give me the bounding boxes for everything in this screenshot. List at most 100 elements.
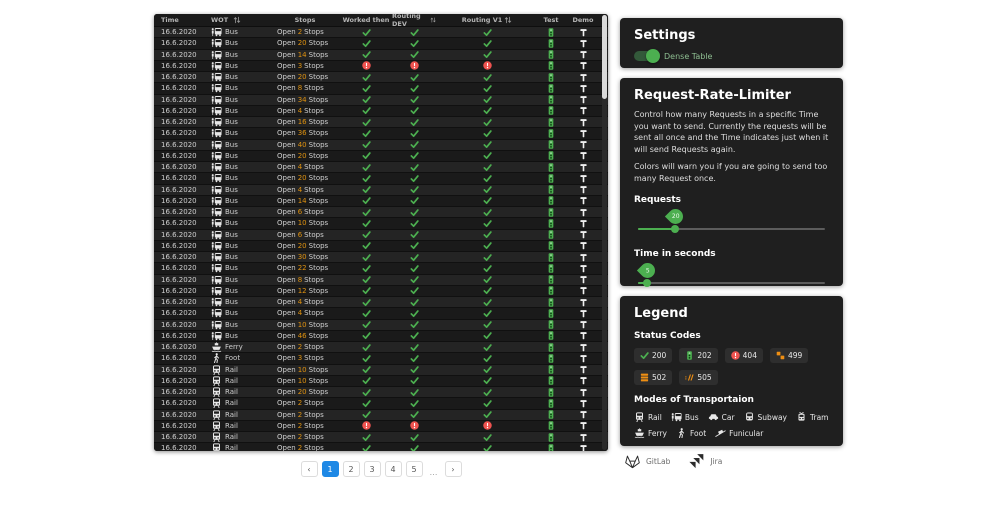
traffic-light-icon[interactable]	[548, 163, 554, 172]
hammer-icon[interactable]	[579, 275, 588, 284]
traffic-light-icon[interactable]	[548, 50, 554, 59]
traffic-light-icon[interactable]	[548, 253, 554, 262]
hammer-icon[interactable]	[579, 320, 588, 329]
hammer-icon[interactable]	[579, 219, 588, 228]
hammer-icon[interactable]	[579, 264, 588, 273]
scrollbar-thumb[interactable]	[602, 15, 607, 99]
traffic-light-icon[interactable]	[548, 421, 554, 430]
hammer-icon[interactable]	[579, 354, 588, 363]
hammer-icon[interactable]	[579, 174, 588, 183]
hammer-icon[interactable]	[579, 118, 588, 127]
hammer-icon[interactable]	[579, 309, 588, 318]
traffic-light-icon[interactable]	[548, 196, 554, 205]
traffic-light-icon[interactable]	[548, 61, 554, 70]
page-button-3[interactable]: 3	[364, 461, 381, 477]
hammer-icon[interactable]	[579, 365, 588, 374]
column-header-routing-dev[interactable]: Routing DEV	[392, 14, 436, 26]
hammer-icon[interactable]	[579, 106, 588, 115]
hammer-icon[interactable]	[579, 196, 588, 205]
hammer-icon[interactable]	[579, 84, 588, 93]
traffic-light-icon[interactable]	[548, 241, 554, 250]
traffic-light-icon[interactable]	[548, 399, 554, 408]
traffic-light-icon[interactable]	[548, 298, 554, 307]
hammer-icon[interactable]	[579, 298, 588, 307]
slider-thumb[interactable]	[643, 279, 651, 287]
prev-page-button[interactable]: ‹	[301, 461, 318, 477]
hammer-icon[interactable]	[579, 39, 588, 48]
traffic-light-icon[interactable]	[548, 286, 554, 295]
slider-track[interactable]	[638, 282, 825, 284]
toggle-knob[interactable]	[646, 49, 660, 63]
traffic-light-icon[interactable]	[548, 219, 554, 228]
traffic-light-icon[interactable]	[548, 343, 554, 352]
traffic-light-icon[interactable]	[548, 118, 554, 127]
time-slider[interactable]: 5	[638, 259, 825, 293]
traffic-light-icon[interactable]	[548, 376, 554, 385]
traffic-light-icon[interactable]	[548, 410, 554, 419]
page-button-1[interactable]: 1	[322, 461, 339, 477]
hammer-icon[interactable]	[579, 286, 588, 295]
hammer-icon[interactable]	[579, 253, 588, 262]
traffic-light-icon[interactable]	[548, 264, 554, 273]
page-button-5[interactable]: 5	[406, 461, 423, 477]
hammer-icon[interactable]	[579, 129, 588, 138]
hammer-icon[interactable]	[579, 50, 588, 59]
hammer-icon[interactable]	[579, 163, 588, 172]
sort-icon[interactable]	[233, 16, 241, 24]
hammer-icon[interactable]	[579, 433, 588, 442]
traffic-light-icon[interactable]	[548, 433, 554, 442]
hammer-icon[interactable]	[579, 421, 588, 430]
traffic-light-icon[interactable]	[548, 388, 554, 397]
hammer-icon[interactable]	[579, 399, 588, 408]
traffic-light-icon[interactable]	[548, 28, 554, 37]
requests-slider[interactable]: 20	[638, 205, 825, 239]
traffic-light-icon[interactable]	[548, 151, 554, 160]
hammer-icon[interactable]	[579, 95, 588, 104]
traffic-light-icon[interactable]	[548, 140, 554, 149]
gitlab-link[interactable]: GitLab	[624, 453, 670, 469]
hammer-icon[interactable]	[579, 73, 588, 82]
hammer-icon[interactable]	[579, 343, 588, 352]
traffic-light-icon[interactable]	[548, 129, 554, 138]
hammer-icon[interactable]	[579, 140, 588, 149]
traffic-light-icon[interactable]	[548, 39, 554, 48]
slider-track[interactable]	[638, 228, 825, 230]
page-button-2[interactable]: 2	[343, 461, 360, 477]
slider-thumb[interactable]	[671, 225, 679, 233]
hammer-icon[interactable]	[579, 151, 588, 160]
sort-icon[interactable]	[504, 16, 512, 24]
hammer-icon[interactable]	[579, 376, 588, 385]
traffic-light-icon[interactable]	[548, 84, 554, 93]
hammer-icon[interactable]	[579, 410, 588, 419]
hammer-icon[interactable]	[579, 185, 588, 194]
hammer-icon[interactable]	[579, 241, 588, 250]
next-page-button[interactable]: ›	[445, 461, 462, 477]
traffic-light-icon[interactable]	[548, 365, 554, 374]
traffic-light-icon[interactable]	[548, 309, 554, 318]
traffic-light-icon[interactable]	[548, 444, 554, 451]
traffic-light-icon[interactable]	[548, 73, 554, 82]
hammer-icon[interactable]	[579, 28, 588, 37]
traffic-light-icon[interactable]	[548, 95, 554, 104]
hammer-icon[interactable]	[579, 230, 588, 239]
traffic-light-icon[interactable]	[548, 331, 554, 340]
traffic-light-icon[interactable]	[548, 185, 554, 194]
hammer-icon[interactable]	[579, 444, 588, 451]
table-scrollbar[interactable]	[602, 15, 607, 450]
traffic-light-icon[interactable]	[548, 320, 554, 329]
column-header-wot[interactable]: WOT	[206, 14, 270, 26]
traffic-light-icon[interactable]	[548, 208, 554, 217]
column-header-routing-v1[interactable]: Routing V1	[436, 14, 538, 26]
hammer-icon[interactable]	[579, 331, 588, 340]
jira-link[interactable]: Jira	[688, 453, 722, 469]
hammer-icon[interactable]	[579, 208, 588, 217]
traffic-light-icon[interactable]	[548, 174, 554, 183]
traffic-light-icon[interactable]	[548, 275, 554, 284]
hammer-icon[interactable]	[579, 61, 588, 70]
traffic-light-icon[interactable]	[548, 106, 554, 115]
dense-table-toggle[interactable]	[634, 51, 658, 61]
traffic-light-icon[interactable]	[548, 230, 554, 239]
traffic-light-icon[interactable]	[548, 354, 554, 363]
page-button-4[interactable]: 4	[385, 461, 402, 477]
hammer-icon[interactable]	[579, 388, 588, 397]
